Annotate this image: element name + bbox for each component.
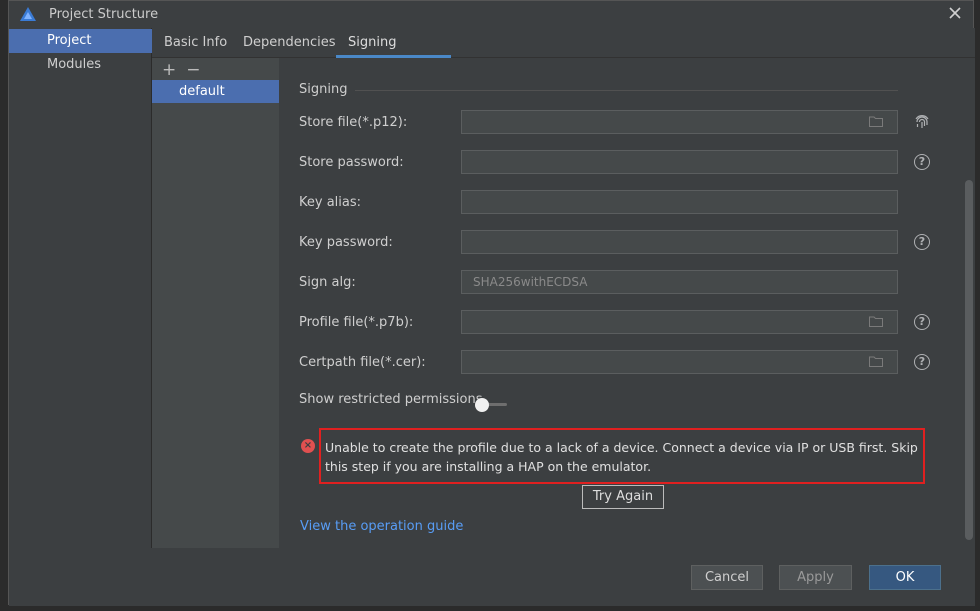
section-divider xyxy=(355,90,898,91)
toggle-knob xyxy=(475,398,489,412)
store-password-field[interactable] xyxy=(461,150,898,174)
tab-bar: Basic Info Dependencies Signing Configs xyxy=(152,28,975,79)
store-file-label: Store file(*.p12): xyxy=(299,115,408,130)
show-restricted-toggle[interactable] xyxy=(475,397,511,413)
main-content: Basic Info Dependencies Signing Configs … xyxy=(152,28,975,548)
sign-alg-field[interactable]: SHA256withECDSA xyxy=(461,270,898,294)
dialog-title: Project Structure xyxy=(49,7,159,22)
sidebar-item-project[interactable]: Project xyxy=(9,29,152,53)
error-message: Unable to create the profile due to a la… xyxy=(325,440,918,474)
signing-form: Signing Store file(*.p12): Store passwor… xyxy=(279,58,975,548)
operation-guide-link[interactable]: View the operation guide xyxy=(300,519,463,534)
tab-label: Basic Info xyxy=(164,35,228,50)
profile-file-field[interactable] xyxy=(461,310,898,334)
tab-label: Dependencies xyxy=(243,35,336,50)
ok-button[interactable]: OK xyxy=(869,565,941,590)
deveco-logo-icon xyxy=(20,7,36,21)
folder-icon[interactable] xyxy=(869,316,883,327)
try-again-button[interactable]: Try Again xyxy=(582,485,664,509)
help-icon[interactable]: ? xyxy=(914,314,930,330)
remove-config-button[interactable]: − xyxy=(186,60,200,80)
certpath-file-label: Certpath file(*.cer): xyxy=(299,355,426,370)
error-icon: × xyxy=(301,439,315,453)
list-item-default[interactable]: default xyxy=(152,80,279,103)
vertical-scrollbar[interactable] xyxy=(965,180,973,540)
dialog-footer: Cancel Apply OK xyxy=(9,548,975,606)
key-password-label: Key password: xyxy=(299,235,393,250)
list-toolbar: + − xyxy=(162,60,201,80)
key-alias-field[interactable] xyxy=(461,190,898,214)
folder-icon[interactable] xyxy=(869,356,883,367)
key-alias-label: Key alias: xyxy=(299,195,362,210)
certpath-file-field[interactable] xyxy=(461,350,898,374)
sidebar-item-label: Project xyxy=(47,33,92,48)
help-icon[interactable]: ? xyxy=(914,354,930,370)
apply-button[interactable]: Apply xyxy=(779,565,852,590)
tab-basic-info[interactable]: Basic Info xyxy=(152,28,239,58)
tab-signing-configs[interactable]: Signing Configs xyxy=(336,28,451,79)
section-title-signing: Signing xyxy=(299,82,348,97)
sign-alg-value: SHA256withECDSA xyxy=(473,275,588,289)
config-list-panel: + − default xyxy=(152,58,279,548)
project-structure-dialog: Project Structure Project Modules Basic … xyxy=(8,0,975,606)
profile-file-label: Profile file(*.p7b): xyxy=(299,315,414,330)
help-icon[interactable]: ? xyxy=(914,234,930,250)
error-message-box: Unable to create the profile due to a la… xyxy=(319,428,925,484)
store-file-field[interactable] xyxy=(461,110,898,134)
store-password-label: Store password: xyxy=(299,155,404,170)
sign-alg-label: Sign alg: xyxy=(299,275,356,290)
help-icon[interactable]: ? xyxy=(914,154,930,170)
sidebar: Project Modules xyxy=(9,28,152,548)
close-icon[interactable] xyxy=(947,5,963,21)
add-config-button[interactable]: + xyxy=(162,60,176,80)
dialog-titlebar: Project Structure xyxy=(9,1,973,28)
tab-dependencies[interactable]: Dependencies xyxy=(231,28,348,58)
folder-icon[interactable] xyxy=(869,116,883,127)
sidebar-item-modules[interactable]: Modules xyxy=(9,53,152,77)
cancel-button[interactable]: Cancel xyxy=(691,565,763,590)
show-restricted-label: Show restricted permissions xyxy=(299,392,483,407)
sidebar-item-label: Modules xyxy=(47,57,102,72)
key-password-field[interactable] xyxy=(461,230,898,254)
fingerprint-icon[interactable] xyxy=(913,113,931,131)
